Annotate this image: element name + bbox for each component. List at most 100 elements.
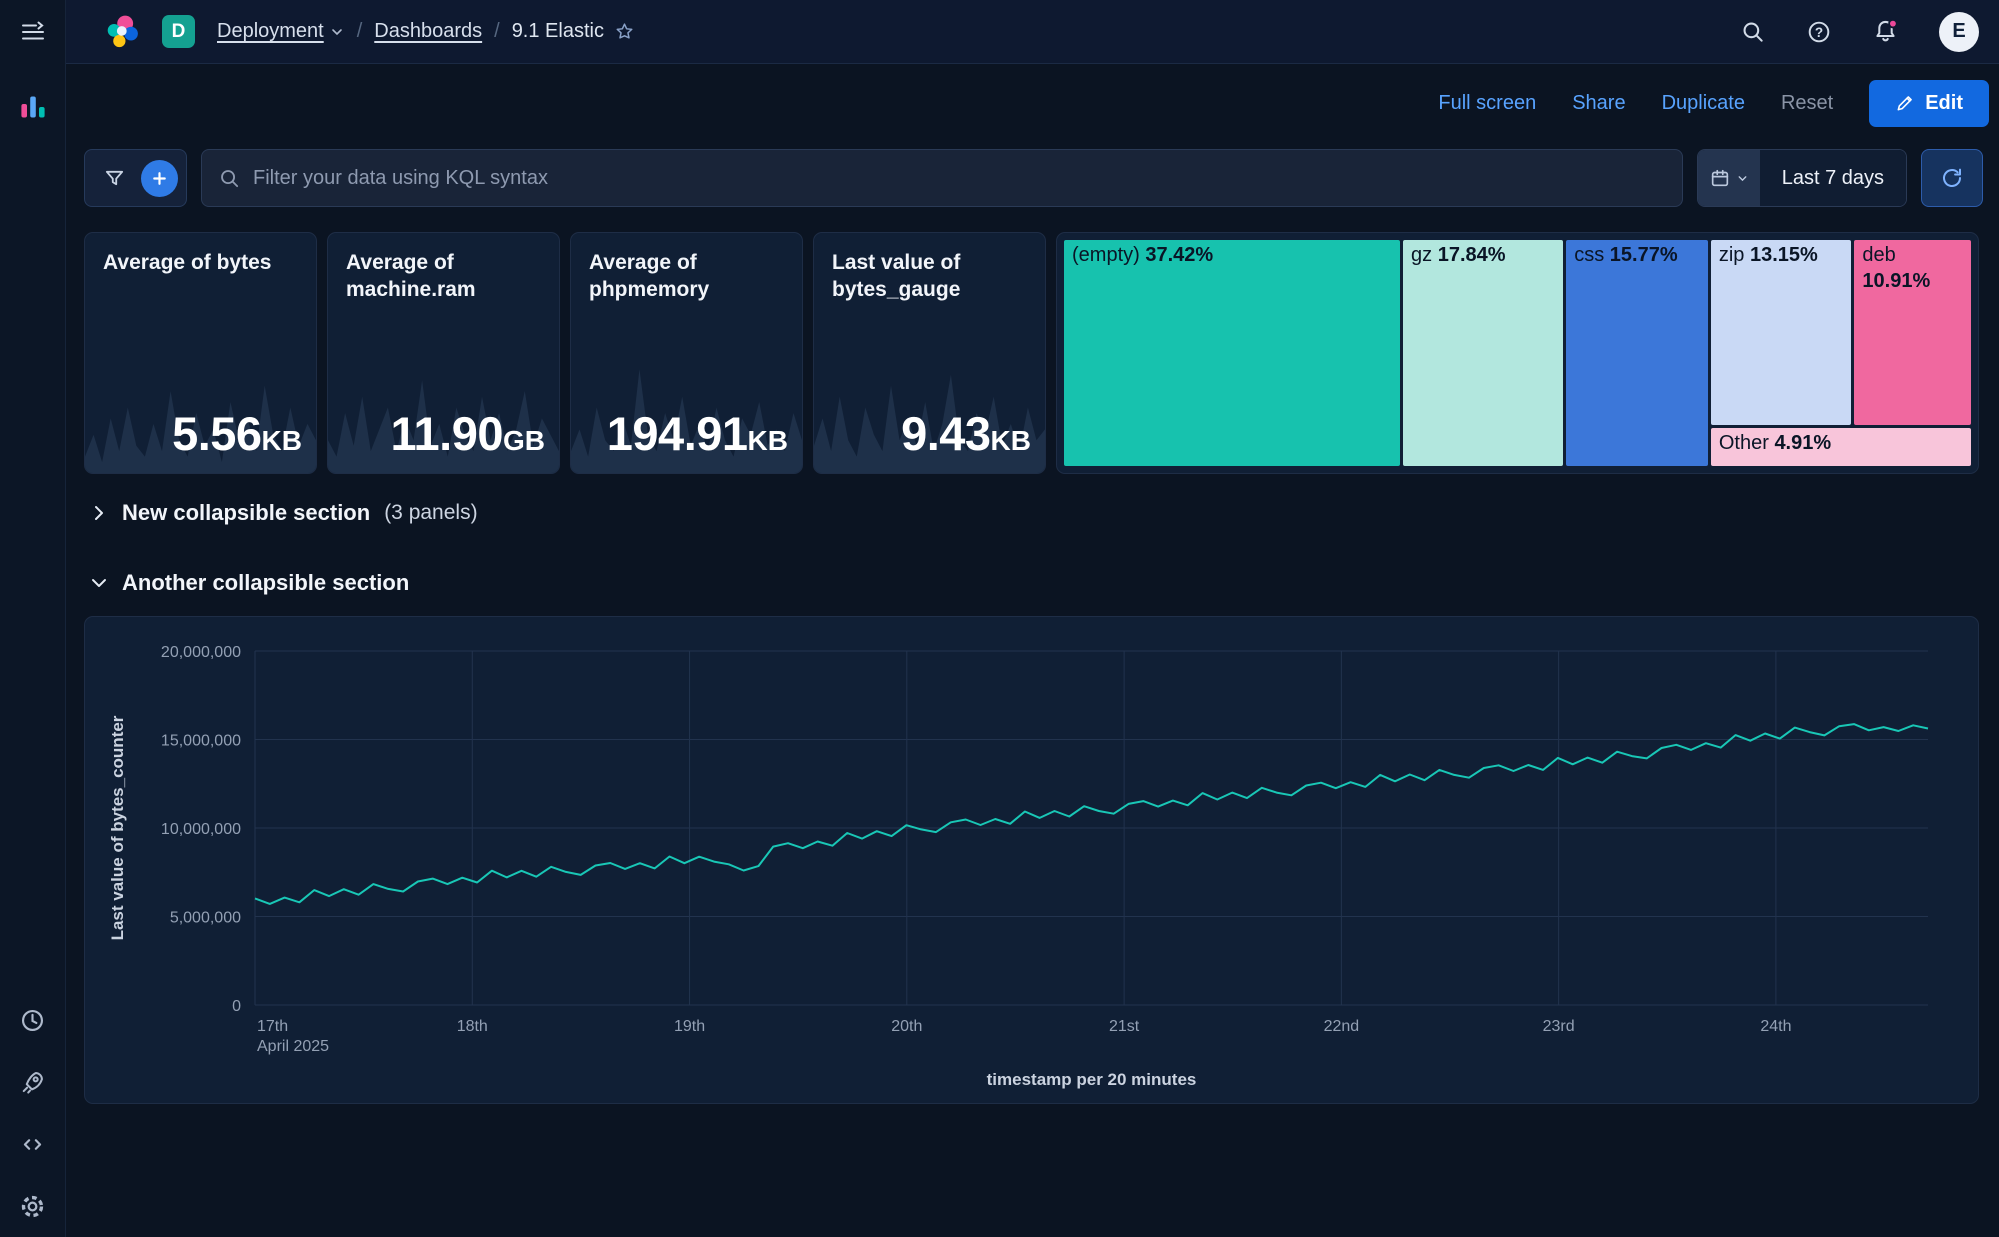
svg-text:April 2025: April 2025 <box>257 1038 329 1055</box>
slice-percent: 13.15% <box>1750 244 1818 266</box>
refresh-button[interactable] <box>1921 149 1983 207</box>
filter-controls-group <box>84 149 187 207</box>
edit-button-label: Edit <box>1925 92 1963 115</box>
nav-toggle-button[interactable] <box>0 0 66 64</box>
expanded-section-header[interactable]: Another collapsible section <box>66 568 1999 598</box>
metric-value: 11.90GB <box>390 406 545 461</box>
svg-text:timestamp per 20 minutes: timestamp per 20 minutes <box>987 1070 1197 1089</box>
slice-label: gz <box>1411 244 1432 266</box>
metric-number: 11.90 <box>390 407 503 460</box>
slice-percent: 10.91% <box>1862 270 1930 292</box>
metric-unit: GB <box>503 425 545 456</box>
chevron-down-icon <box>329 24 345 40</box>
calendar-icon <box>1709 167 1731 189</box>
slice-label: (empty) <box>1072 244 1140 266</box>
reset-button[interactable]: Reset <box>1781 92 1833 115</box>
sidebar-item-getting-started[interactable] <box>12 1061 54 1103</box>
metric-number: 9.43 <box>901 407 990 460</box>
treemap-slice-gz[interactable]: gz 17.84% <box>1403 240 1563 466</box>
kql-search-input[interactable] <box>253 167 1666 190</box>
breadcrumb-dashboards[interactable]: Dashboards <box>374 20 482 43</box>
treemap-slice-deb[interactable]: deb 10.91% <box>1854 240 1971 425</box>
duplicate-button[interactable]: Duplicate <box>1662 92 1745 115</box>
rocket-icon <box>19 1069 46 1096</box>
section-panel-count: (3 panels) <box>384 501 477 525</box>
time-range-label[interactable]: Last 7 days <box>1760 150 1906 206</box>
menu-icon <box>20 19 46 45</box>
svg-text:20,000,000: 20,000,000 <box>161 644 241 661</box>
breadcrumb-current-page: 9.1 Elastic <box>512 20 635 43</box>
metric-panel-average-bytes: Average of bytes 5.56KB <box>84 232 317 474</box>
query-bar: Last 7 days <box>66 148 1999 208</box>
kql-search-box[interactable] <box>201 149 1683 207</box>
breadcrumb-deployment[interactable]: Deployment <box>217 20 345 43</box>
global-search-button[interactable] <box>1735 14 1771 50</box>
metric-number: 5.56 <box>172 407 261 460</box>
code-icon <box>19 1131 46 1158</box>
header-left-group: D Deployment / Dashboards / 9.1 Elastic <box>66 14 635 50</box>
settings-gear-icon <box>19 1193 46 1220</box>
svg-text:18th: 18th <box>457 1018 488 1035</box>
svg-text:5,000,000: 5,000,000 <box>170 910 241 927</box>
sidebar-item-recents[interactable] <box>12 999 54 1041</box>
sidebar-bottom-group <box>12 999 54 1237</box>
svg-text:17th: 17th <box>257 1018 288 1035</box>
add-filter-button[interactable] <box>141 160 178 197</box>
header-right-group: ? E <box>1735 12 1999 52</box>
share-button[interactable]: Share <box>1572 92 1625 115</box>
treemap-slice-css[interactable]: css 15.77% <box>1566 240 1708 466</box>
breadcrumb-separator: / <box>357 20 363 43</box>
sidebar-item-analytics[interactable] <box>12 86 54 128</box>
sidebar-item-dev-tools[interactable] <box>12 1123 54 1165</box>
slice-label: css <box>1574 244 1604 266</box>
analytics-icon <box>18 92 48 122</box>
svg-text:20th: 20th <box>891 1018 922 1035</box>
treemap-slice-other[interactable]: Other 4.91% <box>1711 428 1971 466</box>
edit-button[interactable]: Edit <box>1869 80 1989 127</box>
treemap-column: zip 13.15% deb 10.91% Other 4.91% <box>1711 240 1971 466</box>
notifications-button[interactable] <box>1867 14 1903 50</box>
svg-text:10,000,000: 10,000,000 <box>161 821 241 838</box>
treemap-slice-zip[interactable]: zip 13.15% <box>1711 240 1852 425</box>
chevron-right-icon <box>90 504 108 522</box>
metric-title: Average of bytes <box>85 233 316 276</box>
treemap-panel: (empty) 37.42% gz 17.84% css 15.77% zip … <box>1056 232 1979 474</box>
breadcrumb: Deployment / Dashboards / 9.1 Elastic <box>217 20 635 43</box>
deployment-badge[interactable]: D <box>162 15 195 48</box>
dashboard-content: Full screen Share Duplicate Reset Edit <box>66 64 1999 1237</box>
notification-badge-dot <box>1889 20 1897 28</box>
svg-text:Last value of bytes_counter: Last value of bytes_counter <box>108 715 127 940</box>
metric-unit: KB <box>262 425 302 456</box>
full-screen-button[interactable]: Full screen <box>1438 92 1536 115</box>
metric-panel-average-phpmemory: Average of phpmemory 194.91KB <box>570 232 803 474</box>
top-panels-row: Average of bytes 5.56KB Average of machi… <box>66 232 1999 474</box>
search-icon <box>1740 19 1766 45</box>
filter-funnel-icon <box>103 167 126 190</box>
help-button[interactable]: ? <box>1801 14 1837 50</box>
breadcrumb-dashboards-label: Dashboards <box>374 20 482 43</box>
breadcrumb-deployment-label: Deployment <box>217 20 324 43</box>
slice-label: zip <box>1719 244 1745 266</box>
svg-text:15,000,000: 15,000,000 <box>161 733 241 750</box>
time-picker: Last 7 days <box>1697 149 1907 207</box>
metric-panel-average-machine-ram: Average of machine.ram 11.90GB <box>327 232 560 474</box>
help-icon: ? <box>1806 19 1832 45</box>
filters-button[interactable] <box>93 155 135 201</box>
collapsed-section-header[interactable]: New collapsible section (3 panels) <box>66 498 1999 528</box>
breadcrumb-separator: / <box>494 20 500 43</box>
plus-icon <box>150 169 169 188</box>
user-avatar[interactable]: E <box>1939 12 1979 52</box>
time-picker-calendar-button[interactable] <box>1698 150 1760 206</box>
svg-text:22nd: 22nd <box>1324 1018 1360 1035</box>
elastic-logo[interactable] <box>104 14 140 50</box>
pencil-icon <box>1895 93 1915 113</box>
svg-text:23rd: 23rd <box>1543 1018 1575 1035</box>
line-chart-panel: 05,000,00010,000,00015,000,00020,000,000… <box>84 616 1979 1104</box>
treemap-slice-empty[interactable]: (empty) 37.42% <box>1064 240 1400 466</box>
svg-text:?: ? <box>1815 24 1823 39</box>
metric-unit: KB <box>748 425 788 456</box>
slice-percent: 37.42% <box>1145 244 1213 266</box>
favorite-star-icon[interactable] <box>614 21 635 42</box>
line-chart[interactable]: 05,000,00010,000,00015,000,00020,000,000… <box>85 617 1978 1103</box>
sidebar-item-management[interactable] <box>12 1185 54 1227</box>
